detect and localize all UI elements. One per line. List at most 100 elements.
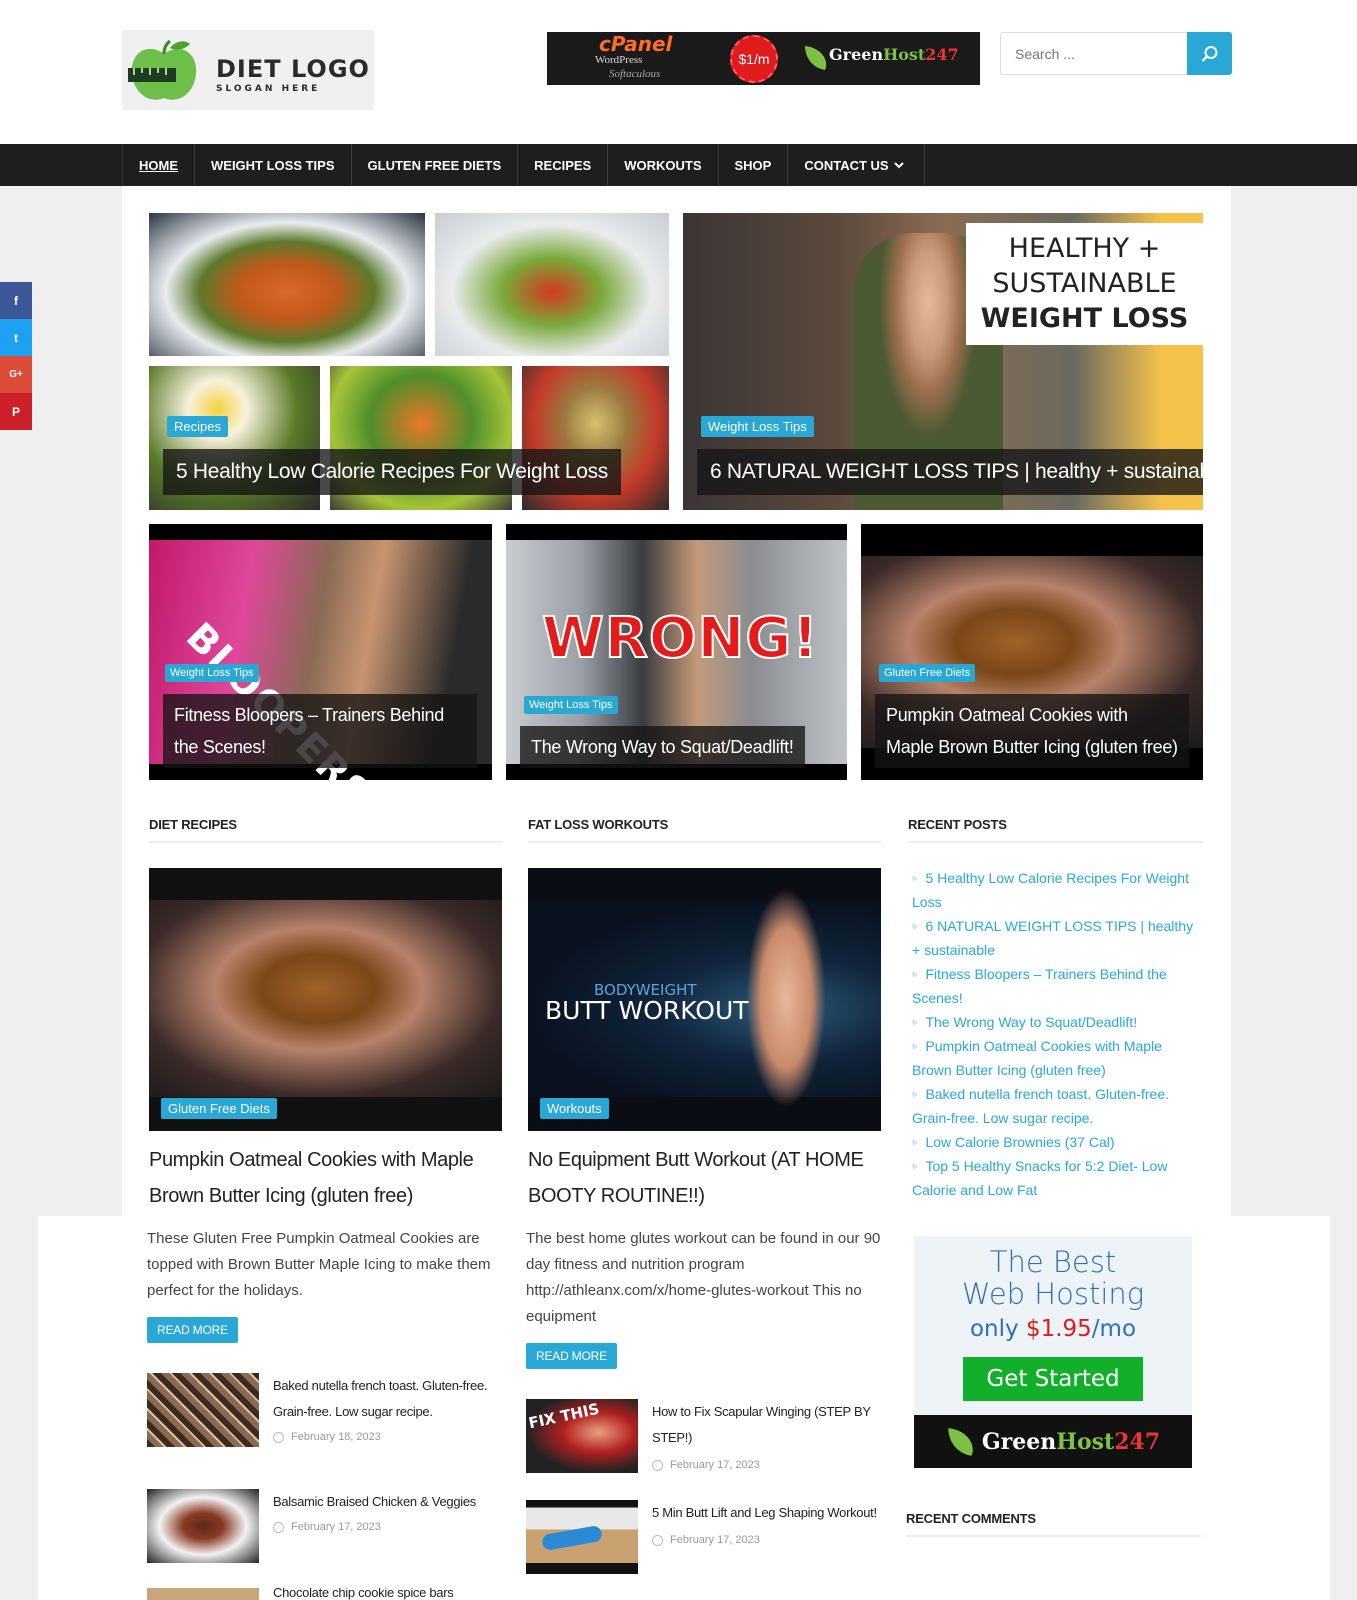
search-form	[1000, 32, 1232, 75]
social-share-bar: f t G+ P	[0, 282, 32, 430]
featured-post-bloopers[interactable]: BLOOPERS Weight Loss Tips Fitness Bloope…	[149, 524, 492, 780]
list-item[interactable]: Balsamic Braised Chicken & Veggies Febru…	[147, 1489, 497, 1563]
pinterest-icon[interactable]: P	[0, 393, 32, 430]
ad-brand: GreenHost247	[829, 45, 959, 64]
section-heading-recent-comments: RECENT COMMENTS	[906, 1511, 1201, 1537]
recent-post-link[interactable]: The Wrong Way to Squat/Deadlift!	[912, 1010, 1204, 1034]
nav-recipes[interactable]: RECIPES	[518, 144, 609, 186]
recent-post-link[interactable]: Baked nutella french toast. Gluten-free.…	[912, 1082, 1204, 1130]
recent-posts-list: 5 Healthy Low Calorie Recipes For Weight…	[912, 866, 1204, 1202]
list-item[interactable]: 5 Min Butt Lift and Leg Shaping Workout!…	[526, 1500, 884, 1574]
search-input[interactable]	[1000, 32, 1188, 75]
google-plus-icon[interactable]: G+	[0, 356, 32, 393]
nav-workouts[interactable]: WORKOUTS	[608, 144, 719, 186]
category-badge[interactable]: Weight Loss Tips	[524, 696, 618, 714]
list-item-title[interactable]: Baked nutella french toast. Gluten-free.…	[273, 1373, 497, 1425]
post-date: February 17, 2023	[670, 1534, 760, 1546]
overlay-line: BUTT WORKOUT	[545, 996, 749, 1025]
recent-post-link[interactable]: Fitness Bloopers – Trainers Behind the S…	[912, 962, 1204, 1010]
list-item[interactable]: FIX THIS How to Fix Scapular Winging (ST…	[526, 1399, 884, 1473]
logo-slogan: SLOGAN HERE	[216, 84, 321, 94]
leaf-icon	[805, 46, 827, 70]
athlete-photo	[746, 888, 826, 1108]
clock-icon	[652, 1459, 663, 1471]
read-more-button[interactable]: READ MORE	[147, 1317, 238, 1343]
site-logo[interactable]: DIET LOGO SLOGAN HERE	[122, 30, 374, 110]
post-title[interactable]: No Equipment Butt Workout (AT HOME BOOTY…	[528, 1142, 881, 1214]
nav-gluten-free-diets[interactable]: GLUTEN FREE DIETS	[352, 144, 519, 186]
read-more-button[interactable]: READ MORE	[526, 1343, 617, 1369]
recent-post-link[interactable]: Pumpkin Oatmeal Cookies with Maple Brown…	[912, 1034, 1204, 1082]
post-thumbnail[interactable]	[526, 1500, 638, 1574]
featured-post-cookies[interactable]: Gluten Free Diets Pumpkin Oatmeal Cookie…	[861, 524, 1203, 780]
category-badge[interactable]: Weight Loss Tips	[701, 416, 814, 437]
post-thumbnail[interactable]	[147, 1588, 259, 1600]
section-heading-recent-posts: RECENT POSTS	[908, 817, 1203, 843]
banner-ad[interactable]: cPanel WordPress Softaculous $1/m GreenH…	[547, 32, 980, 85]
apple-logo-icon	[128, 39, 197, 100]
chevron-down-icon	[893, 161, 904, 168]
post-excerpt: These Gluten Free Pumpkin Oatmeal Cookie…	[147, 1230, 491, 1299]
category-badge[interactable]: Recipes	[167, 416, 228, 437]
overlay-line: WEIGHT LOSS	[980, 303, 1189, 334]
leaf-icon	[948, 1427, 973, 1456]
featured-title[interactable]: 6 NATURAL WEIGHT LOSS TIPS | healthy + s…	[697, 449, 1203, 495]
featured-title[interactable]: Fitness Bloopers – Trainers Behind the S…	[163, 694, 477, 768]
category-badge[interactable]: Gluten Free Diets	[879, 664, 976, 682]
category-badge[interactable]: Gluten Free Diets	[161, 1098, 277, 1119]
post-thumbnail[interactable]	[147, 1489, 259, 1563]
logo-title: DIET LOGO	[216, 55, 370, 83]
post-thumbnail[interactable]: BODYWEIGHT BUTT WORKOUT Workouts	[528, 868, 881, 1131]
nav-shop[interactable]: SHOP	[719, 144, 789, 186]
list-item[interactable]: Baked nutella french toast. Gluten-free.…	[147, 1373, 497, 1447]
list-item-title[interactable]: How to Fix Scapular Winging (STEP BY STE…	[652, 1399, 884, 1451]
get-started-button[interactable]: Get Started	[963, 1357, 1143, 1401]
nav-contact-us[interactable]: CONTACT US	[788, 144, 925, 186]
cookie-photo	[149, 900, 502, 1097]
recent-post-link[interactable]: Low Calorie Brownies (37 Cal)	[912, 1130, 1204, 1154]
ad-brand: GreenHost247	[914, 1415, 1192, 1468]
ad-script-text: Softaculous	[609, 68, 661, 80]
search-button[interactable]	[1187, 32, 1232, 75]
overlay-line: SUSTAINABLE	[992, 268, 1177, 299]
post-thumbnail[interactable]: Gluten Free Diets	[149, 868, 502, 1131]
post-title[interactable]: Pumpkin Oatmeal Cookies with Maple Brown…	[149, 1142, 502, 1214]
post-thumbnail[interactable]	[147, 1373, 259, 1447]
clock-icon	[652, 1534, 663, 1546]
facebook-icon[interactable]: f	[0, 282, 32, 319]
list-item-title[interactable]: Balsamic Braised Chicken & Veggies	[273, 1489, 497, 1515]
overlay-line: HEALTHY +	[1008, 233, 1161, 264]
section-heading-fat-loss: FAT LOSS WORKOUTS	[528, 817, 881, 843]
list-item-title[interactable]: 5 Min Butt Lift and Leg Shaping Workout!	[652, 1500, 884, 1526]
clock-icon	[273, 1521, 284, 1533]
recent-post-link[interactable]: 6 NATURAL WEIGHT LOSS TIPS | healthy + s…	[912, 914, 1204, 962]
ad-headline: The Best Web Hosting	[961, 1245, 1145, 1311]
post-date: February 18, 2023	[291, 1431, 381, 1443]
recent-post-link[interactable]: Top 5 Healthy Snacks for 5:2 Diet- Low C…	[912, 1154, 1204, 1202]
search-icon	[1201, 45, 1217, 62]
featured-title[interactable]: The Wrong Way to Squat/Deadlift!	[520, 726, 805, 768]
nav-home[interactable]: HOME	[123, 144, 195, 186]
twitter-icon[interactable]: t	[0, 319, 32, 356]
post-thumbnail[interactable]: FIX THIS	[526, 1399, 638, 1473]
featured-post-weight-loss[interactable]: HEALTHY + SUSTAINABLE WEIGHT LOSS Weight…	[683, 213, 1203, 510]
fix-this-overlay: FIX THIS	[526, 1399, 601, 1433]
featured-post-recipes[interactable]: Recipes 5 Healthy Low Calorie Recipes Fo…	[149, 213, 669, 510]
food-photo	[435, 213, 669, 356]
category-badge[interactable]: Workouts	[540, 1098, 609, 1119]
list-item-title[interactable]: Chocolate chip cookie spice bars #gluten…	[273, 1588, 497, 1600]
ad-wordpress-text: WordPress	[595, 54, 643, 66]
featured-title[interactable]: Pumpkin Oatmeal Cookies with Maple Brown…	[875, 694, 1189, 768]
featured-title[interactable]: 5 Healthy Low Calorie Recipes For Weight…	[163, 449, 621, 495]
ad-price-line: only $1.95/mo	[969, 1316, 1137, 1342]
clock-icon	[273, 1431, 284, 1443]
category-badge[interactable]: Weight Loss Tips	[165, 664, 259, 682]
main-nav: HOME WEIGHT LOSS TIPS GLUTEN FREE DIETS …	[0, 144, 1357, 186]
post-excerpt: The best home glutes workout can be foun…	[526, 1230, 881, 1325]
athlete-figure	[541, 1524, 603, 1552]
recent-post-link[interactable]: 5 Healthy Low Calorie Recipes For Weight…	[912, 866, 1204, 914]
sidebar-ad[interactable]: The Best Web Hosting only $1.95/mo Get St…	[914, 1236, 1192, 1468]
nav-weight-loss-tips[interactable]: WEIGHT LOSS TIPS	[195, 144, 352, 186]
featured-post-squat[interactable]: WRONG! Weight Loss Tips The Wrong Way to…	[506, 524, 847, 780]
list-item[interactable]: Chocolate chip cookie spice bars #gluten…	[147, 1588, 497, 1600]
